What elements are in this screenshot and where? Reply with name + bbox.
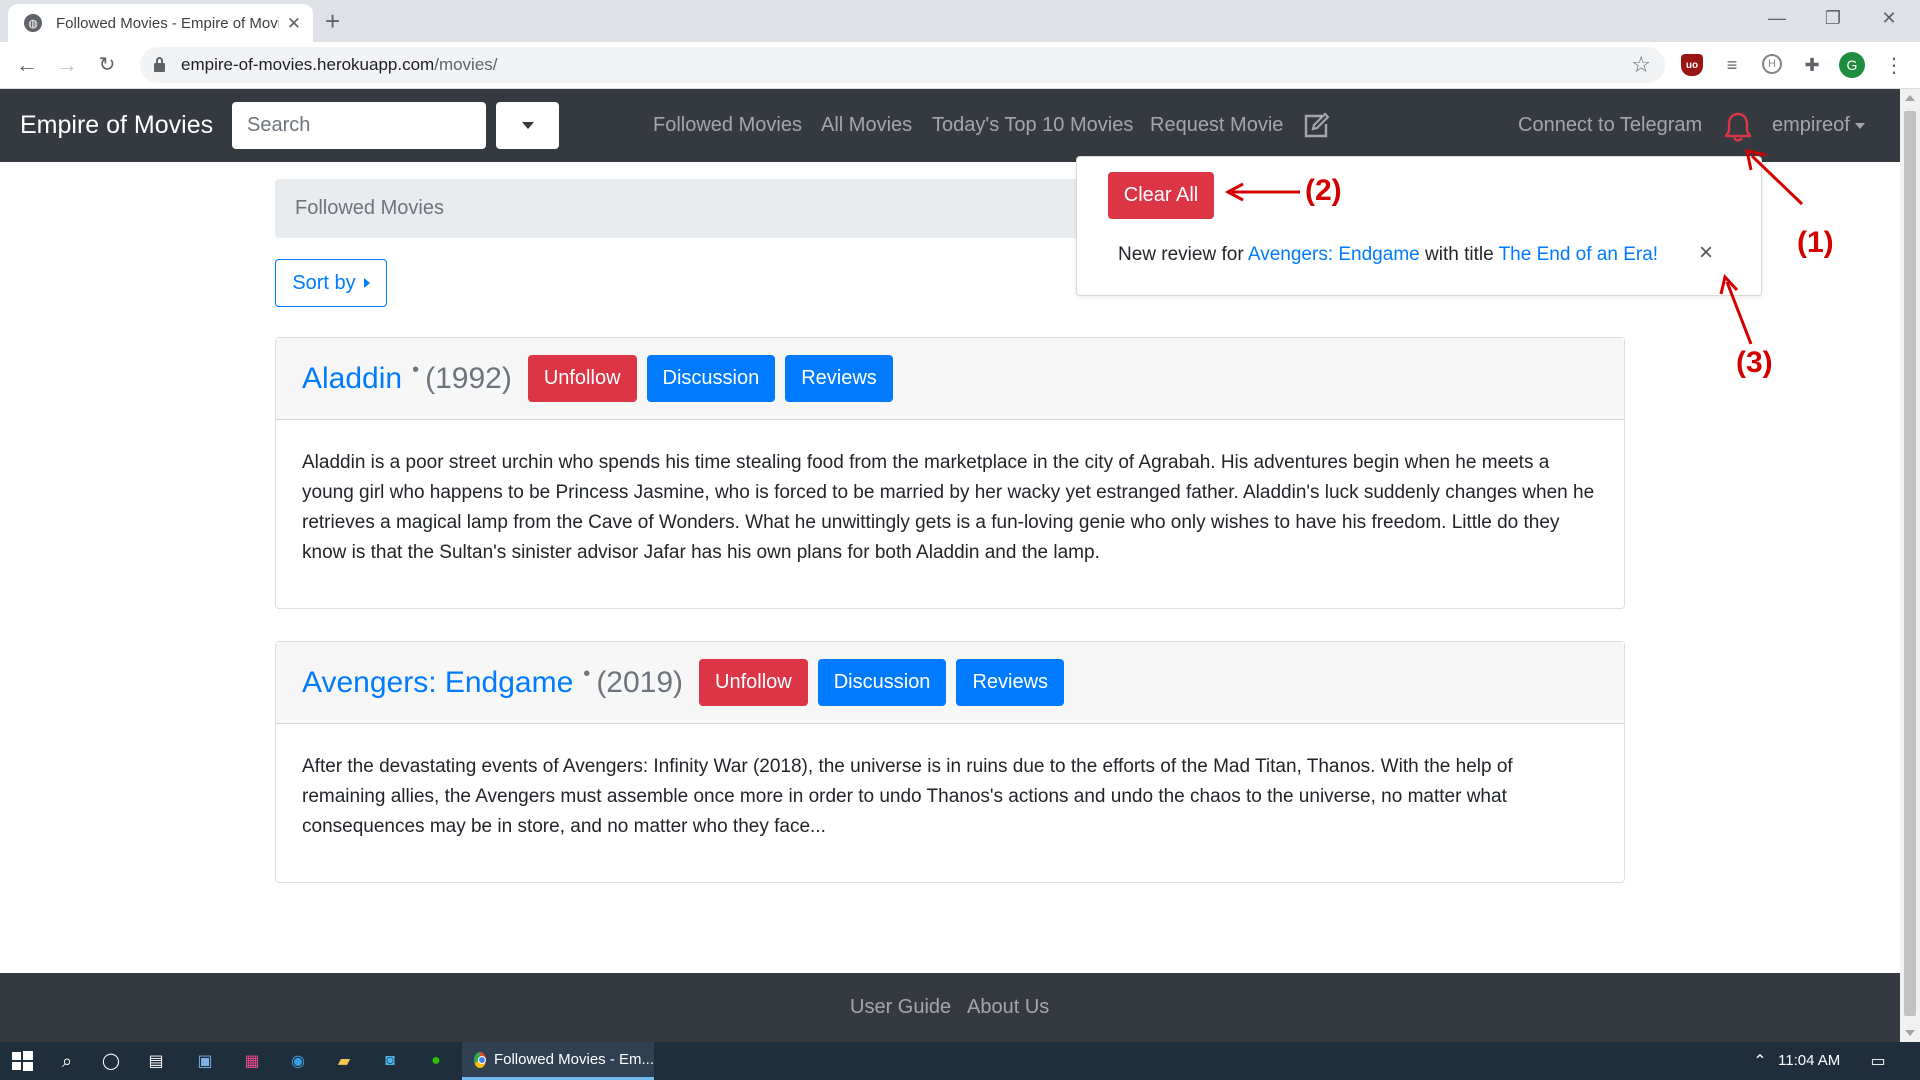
- username: empireof: [1772, 114, 1850, 136]
- caret-down-icon: [1854, 122, 1865, 129]
- caret-down-icon: [521, 122, 534, 129]
- bell-icon[interactable]: [1723, 111, 1753, 143]
- app-icon[interactable]: ◙: [378, 1049, 402, 1073]
- movie-description: After the devastating events of Avengers…: [302, 756, 1513, 837]
- caret-right-icon: [363, 278, 370, 288]
- browser-tab-bar: ◍ Followed Movies - Empire of Movies ✕ +…: [0, 0, 1920, 42]
- file-explorer-icon[interactable]: ▰: [332, 1049, 356, 1073]
- notification-center-icon[interactable]: ▭: [1866, 1049, 1890, 1073]
- nav-request-movie[interactable]: Request Movie: [1150, 114, 1283, 137]
- scrollbar-thumb[interactable]: [1904, 111, 1916, 1016]
- site-footer: User Guide About Us: [0, 973, 1900, 1042]
- nav-all-movies[interactable]: All Movies: [821, 114, 912, 137]
- notifications-popover: Clear All New review for Avengers: Endga…: [1076, 156, 1762, 296]
- taskbar-app-label: Followed Movies - Em...: [493, 1051, 654, 1068]
- movie-card-header: Avengers: Endgame • (2019) Unfollow Disc…: [276, 642, 1624, 724]
- intellij-icon[interactable]: ▦: [240, 1049, 264, 1073]
- address-bar[interactable]: empire-of-movies.herokuapp.com/movies/ ☆: [140, 47, 1665, 83]
- movie-description: Aladdin is a poor street urchin who spen…: [302, 452, 1595, 563]
- taskbar-clock[interactable]: 11:04 AM: [1778, 1052, 1840, 1069]
- cortana-icon[interactable]: ◯: [99, 1049, 123, 1073]
- reload-icon[interactable]: ↻: [92, 50, 122, 80]
- windows-start-icon[interactable]: [10, 1049, 34, 1073]
- browser-menu-icon[interactable]: ⋮: [1883, 54, 1905, 77]
- close-tab-icon[interactable]: ✕: [287, 15, 301, 32]
- url-host: empire-of-movies.herokuapp.com: [181, 55, 435, 74]
- task-view-icon[interactable]: ▤: [144, 1049, 168, 1073]
- footer-user-guide-link[interactable]: User Guide: [850, 996, 951, 1019]
- clear-all-button[interactable]: Clear All: [1108, 172, 1214, 219]
- bookmark-star-icon[interactable]: ☆: [1631, 52, 1651, 78]
- scroll-up-arrow-icon[interactable]: [1905, 95, 1915, 101]
- ublock-extension-icon[interactable]: uo: [1681, 54, 1703, 76]
- new-tab-icon[interactable]: +: [325, 6, 340, 36]
- line-app-icon[interactable]: ●: [424, 1049, 448, 1073]
- globe-icon: ◍: [24, 14, 42, 32]
- reviews-button[interactable]: Reviews: [785, 355, 893, 402]
- search-icon[interactable]: ⌕: [55, 1049, 79, 1073]
- sort-by-label: Sort by: [292, 271, 356, 294]
- annotation-label-2: (2): [1305, 174, 1342, 207]
- annotation-label-3: (3): [1736, 346, 1773, 379]
- tray-chevron-up-icon[interactable]: ⌃: [1748, 1049, 1772, 1073]
- notification-review-link[interactable]: The End of an Era!: [1499, 244, 1659, 265]
- unfollow-button[interactable]: Unfollow: [699, 659, 808, 706]
- movie-card-header: Aladdin • (1992) Unfollow Discussion Rev…: [276, 338, 1624, 420]
- scroll-down-arrow-icon[interactable]: [1905, 1030, 1915, 1036]
- movie-card: Aladdin • (1992) Unfollow Discussion Rev…: [275, 337, 1625, 609]
- unfollow-button[interactable]: Unfollow: [527, 355, 637, 402]
- dismiss-notification-icon[interactable]: ×: [1699, 241, 1713, 265]
- reviews-button[interactable]: Reviews: [956, 659, 1065, 706]
- edit-icon[interactable]: [1302, 112, 1330, 140]
- restore-icon[interactable]: ❐: [1805, 0, 1861, 36]
- sort-by-button[interactable]: Sort by: [275, 259, 387, 307]
- movie-year: (2019): [596, 665, 684, 699]
- edge-icon[interactable]: ◉: [286, 1049, 310, 1073]
- nav-top-10-movies[interactable]: Today's Top 10 Movies: [932, 114, 1133, 137]
- search-input[interactable]: [232, 102, 486, 149]
- separator-dot: •: [412, 359, 420, 381]
- search-dropdown-button[interactable]: [496, 102, 559, 149]
- discussion-button[interactable]: Discussion: [646, 355, 776, 402]
- browser-tab[interactable]: ◍ Followed Movies - Empire of Movies ✕: [8, 4, 313, 42]
- annotation-label-1: (1): [1797, 226, 1834, 259]
- notification-prefix: New review for: [1118, 244, 1244, 265]
- notification-movie-link[interactable]: Avengers: Endgame: [1248, 244, 1420, 265]
- movie-year: (1992): [425, 361, 512, 395]
- tab-title: Followed Movies - Empire of Movies: [56, 14, 279, 32]
- discussion-button[interactable]: Discussion: [817, 659, 947, 706]
- profile-avatar[interactable]: G: [1839, 52, 1865, 78]
- user-menu[interactable]: empireof: [1772, 114, 1865, 137]
- forward-icon[interactable]: →: [52, 50, 82, 80]
- h-extension-icon[interactable]: H: [1762, 54, 1782, 74]
- nav-followed-movies[interactable]: Followed Movies: [653, 114, 802, 137]
- taskbar-chrome-window[interactable]: Followed Movies - Em...: [462, 1042, 654, 1080]
- footer-about-us-link[interactable]: About Us: [967, 996, 1049, 1019]
- movie-title-link[interactable]: Aladdin: [302, 362, 402, 396]
- movie-title-link[interactable]: Avengers: Endgame: [302, 666, 573, 700]
- site-navbar: Empire of Movies Followed Movies All Mov…: [0, 89, 1900, 162]
- separator-dot: •: [583, 663, 591, 685]
- back-icon[interactable]: ←: [12, 50, 42, 80]
- window-close-icon[interactable]: ✕: [1861, 0, 1917, 36]
- browser-toolbar: ← → ↻ empire-of-movies.herokuapp.com/mov…: [0, 42, 1920, 89]
- url-path: /movies/: [434, 55, 498, 74]
- store-icon[interactable]: ▣: [193, 1049, 217, 1073]
- chrome-icon: [474, 1051, 486, 1068]
- extensions-puzzle-icon[interactable]: ✚: [1801, 54, 1823, 76]
- minimize-icon[interactable]: —: [1749, 0, 1805, 36]
- movie-card: Avengers: Endgame • (2019) Unfollow Disc…: [275, 641, 1625, 883]
- lock-icon: [154, 56, 165, 72]
- windows-taskbar: ⌕ ◯ ▤ ▣ ▦ ◉ ▰ ◙ ● Followed Movies - Em..…: [0, 1042, 1920, 1080]
- site-brand[interactable]: Empire of Movies: [20, 111, 213, 140]
- notification-middle: with title: [1425, 244, 1494, 265]
- reading-list-icon[interactable]: ≡: [1721, 54, 1743, 76]
- nav-connect-telegram[interactable]: Connect to Telegram: [1518, 114, 1702, 137]
- notification-item: New review for Avengers: Endgame with ti…: [1118, 244, 1658, 266]
- page-scrollbar[interactable]: [1900, 89, 1920, 1042]
